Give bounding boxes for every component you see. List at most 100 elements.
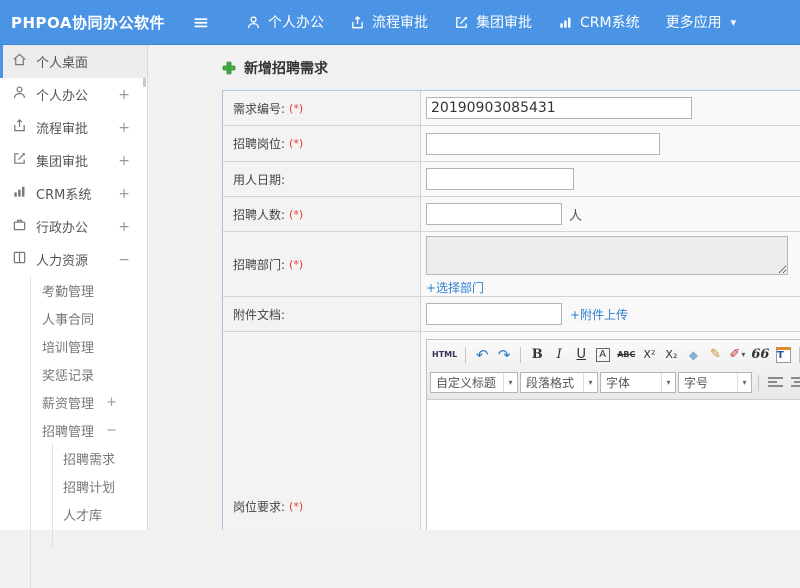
collapse-minus-icon[interactable]: − [118, 252, 130, 268]
sidebar-item-label: CRM系统 [36, 188, 92, 203]
sidebar-item-talent-pool[interactable]: 人才库 [0, 500, 147, 528]
form-row-req-no: 需求编号: (*) [223, 91, 800, 126]
nav-item-crm[interactable]: CRM系统 [558, 12, 640, 32]
sidebar-item-salary[interactable]: 薪资管理 + [0, 388, 147, 416]
bar-chart-icon [12, 184, 27, 203]
headcount-input[interactable] [426, 203, 562, 225]
headcount-unit: 人 [569, 208, 583, 224]
blockquote-button[interactable]: 66 [749, 345, 771, 365]
sidebar-item-admin-office[interactable]: 行政办公 + [0, 210, 147, 243]
sidebar-item-crm[interactable]: CRM系统 + [0, 177, 147, 210]
toolbar-separator [520, 346, 522, 363]
chevron-down-icon: ▾ [503, 373, 517, 392]
form-row-headcount: 招聘人数: (*) 人 [223, 197, 800, 232]
sidebar-item-personnel-contract[interactable]: 人事合同 [0, 304, 147, 332]
select-department-link[interactable]: +选择部门 [426, 279, 484, 296]
align-left-icon[interactable] [765, 373, 786, 393]
html-source-button[interactable]: HTML [430, 345, 459, 365]
department-textarea[interactable] [426, 236, 788, 275]
share-box-icon [350, 15, 365, 30]
italic-button[interactable]: I [549, 345, 569, 365]
sidebar-item-attendance[interactable]: 考勤管理 [0, 276, 147, 304]
required-mark: (*) [289, 207, 304, 221]
sidebar-item-reward-punishment[interactable]: 奖惩记录 [0, 360, 147, 388]
sidebar-item-recruitment[interactable]: 招聘管理 − [0, 416, 147, 444]
position-input[interactable] [426, 132, 660, 155]
collapse-minus-icon[interactable]: − [106, 423, 117, 438]
app-brand: PHPOA协同办公软件 [11, 13, 165, 32]
subscript-button[interactable]: X₂ [661, 345, 681, 365]
paragraph-format-select[interactable]: 段落格式 ▾ [520, 372, 598, 393]
sidebar-item-personal-office[interactable]: 个人办公 + [0, 78, 147, 111]
form-row-date: 用人日期: [223, 162, 800, 197]
sidebar-subitem-label: 人才库 [63, 508, 103, 524]
sidebar-item-label: 集团审批 [36, 155, 89, 170]
superscript-button[interactable]: X² [639, 345, 659, 365]
field-label: 附件文档: [233, 307, 286, 322]
pen-color-button[interactable]: ✐ ▾ [727, 345, 747, 365]
chevron-down-icon: ▾ [737, 373, 751, 392]
hamburger-menu-icon[interactable]: ≡ [186, 10, 216, 34]
form-row-position: 招聘岗位: (*) [223, 126, 800, 162]
nav-item-label: 集团审批 [476, 15, 532, 31]
sidebar-item-hr[interactable]: 人力资源 − [0, 243, 147, 276]
recruitment-submenu: 招聘需求 招聘计划 人才库 [0, 444, 147, 548]
required-mark: (*) [289, 137, 304, 150]
nav-item-more-apps[interactable]: 更多应用 ▾ [666, 12, 737, 32]
nav-item-process-approval[interactable]: 流程审批 [350, 12, 428, 32]
chevron-down-icon: ▾ [583, 373, 597, 392]
field-label: 招聘部门: [233, 257, 286, 272]
book-icon [12, 250, 27, 269]
expand-plus-icon[interactable]: + [118, 219, 130, 235]
expand-plus-icon[interactable]: + [106, 395, 117, 410]
sidebar-item-training[interactable]: 培训管理 [0, 332, 147, 360]
req-no-input[interactable] [426, 97, 692, 119]
pen-icon: ✐ [729, 347, 741, 362]
sidebar-item-recruit-demand[interactable]: 招聘需求 [0, 444, 147, 472]
page-title: 新增招聘需求 [222, 58, 328, 78]
edit-square-icon [454, 15, 469, 30]
editor-content-area[interactable] [427, 400, 800, 530]
chevron-down-icon: ▾ [730, 15, 737, 29]
hire-date-input[interactable] [426, 168, 574, 190]
bar-chart-icon [558, 15, 573, 30]
redo-icon[interactable]: ↷ [494, 345, 514, 365]
hr-submenu: 考勤管理 人事合同 培训管理 奖惩记录 薪资管理 + 招聘管理 − 招聘需求 招… [0, 276, 147, 588]
rich-text-editor: HTML ↶ ↷ B I U A ABC X² X₂ ◆ ✎ ✐ ▾ 66 T … [426, 339, 800, 530]
strikethrough-button[interactable]: ABC [615, 345, 637, 365]
sidebar-subitem-label: 培训管理 [42, 340, 95, 356]
format-brush-icon[interactable]: ✎ [705, 345, 725, 365]
nav-item-personal-office[interactable]: 个人办公 [246, 12, 324, 32]
field-label: 招聘岗位: [233, 137, 286, 151]
font-family-select[interactable]: 字体 ▾ [600, 372, 676, 393]
nav-item-group-approval[interactable]: 集团审批 [454, 12, 532, 32]
align-center-icon[interactable] [788, 373, 800, 393]
sidebar-item-recruit-plan[interactable]: 招聘计划 [0, 472, 147, 500]
undo-icon[interactable]: ↶ [472, 345, 492, 365]
sidebar-item-label: 个人办公 [36, 89, 89, 104]
expand-plus-icon[interactable]: + [118, 120, 130, 136]
edit-square-icon [12, 151, 27, 170]
font-style-button[interactable]: A [596, 347, 611, 362]
expand-plus-icon[interactable]: + [118, 153, 130, 169]
attachment-upload-link[interactable]: +附件上传 [570, 306, 628, 323]
underline-button[interactable]: U [571, 345, 591, 365]
field-label: 招聘人数: [233, 207, 286, 222]
custom-title-select[interactable]: 自定义标题 ▾ [430, 372, 518, 393]
nav-item-label: 个人办公 [268, 15, 324, 31]
paste-icon[interactable]: T [775, 346, 791, 363]
expand-plus-icon[interactable]: + [118, 87, 130, 103]
attachment-input[interactable] [426, 303, 562, 325]
sidebar-item-group-approval[interactable]: 集团审批 + [0, 144, 147, 177]
required-mark: (*) [289, 499, 304, 513]
sidebar-item-label: 个人桌面 [36, 56, 89, 71]
sidebar-subitem-label: 招聘计划 [63, 480, 116, 496]
bold-button[interactable]: B [527, 345, 547, 365]
sidebar-item-personal-desktop[interactable]: 个人桌面 [0, 45, 147, 78]
font-size-select[interactable]: 字号 ▾ [678, 372, 752, 393]
expand-plus-icon[interactable]: + [118, 186, 130, 202]
eraser-icon[interactable]: ◆ [683, 345, 703, 365]
nav-item-label: 流程审批 [372, 15, 428, 31]
sidebar-item-process-approval[interactable]: 流程审批 + [0, 111, 147, 144]
toolbar-separator [758, 374, 759, 391]
